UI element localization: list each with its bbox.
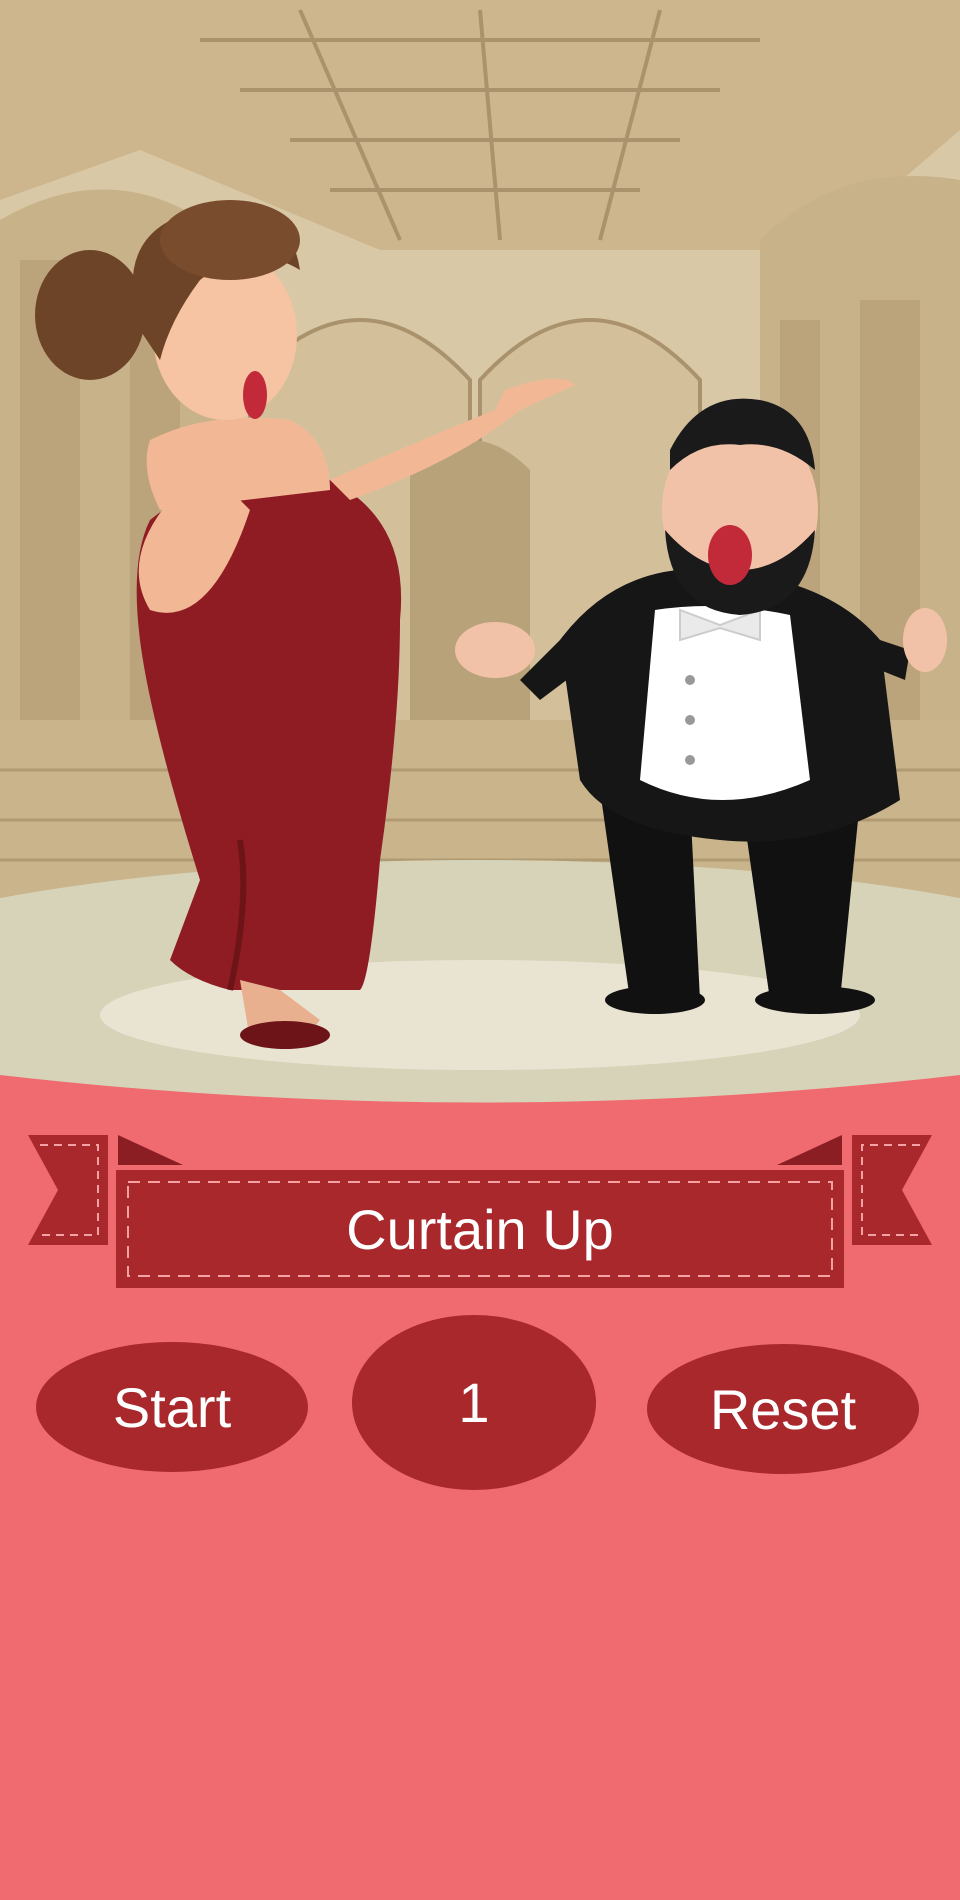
start-button[interactable]: Start: [36, 1342, 308, 1472]
reset-button[interactable]: Reset: [647, 1344, 919, 1474]
banner-title: Curtain Up: [346, 1197, 614, 1261]
opera-stage-scene: [0, 0, 960, 1110]
counter-display: 1: [352, 1315, 596, 1490]
title-banner: Curtain Up: [28, 1130, 932, 1300]
stage-illustration: [0, 0, 960, 1110]
